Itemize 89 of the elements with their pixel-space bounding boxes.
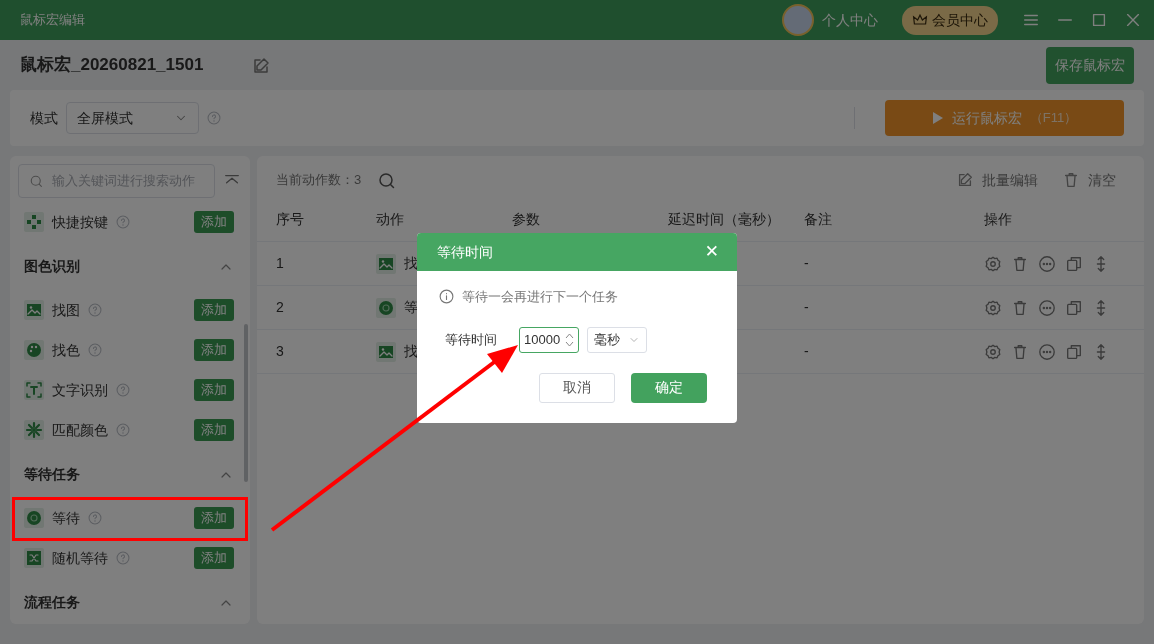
add-button[interactable]: 添加 [194,211,234,233]
save-button[interactable]: 保存鼠标宏 [1046,46,1134,84]
copy-icon[interactable] [1065,254,1083,273]
settings-icon[interactable] [984,342,1002,361]
close-button[interactable]: ✕ [704,239,719,265]
help-icon [88,303,102,317]
avatar-icon[interactable] [782,4,814,36]
info-icon [439,289,454,305]
spinner-icon[interactable] [565,331,574,348]
number-field[interactable]: 10000 [519,326,579,353]
flower-icon [24,420,44,440]
row-index: 2 [276,299,284,315]
column-header: 操作 [984,211,1012,227]
profile-link[interactable]: 个人中心 [822,9,878,31]
section-title: 等待任务 [24,464,80,484]
note-cell: - [804,255,809,271]
mode-select[interactable]: 全屏模式 [66,102,199,134]
more-icon[interactable] [1038,298,1056,317]
action-name: 快捷按键 [52,212,108,232]
action-name: 等待 [52,508,80,528]
note-cell: - [804,343,809,359]
cancel-button[interactable]: 取消 [539,372,615,403]
info-text: 等待一会再进行下一个任务 [462,288,618,306]
help-icon [116,383,130,397]
image-icon [24,300,44,320]
maximize-icon[interactable] [1090,11,1108,29]
help-icon [88,511,102,525]
row-index: 1 [276,255,284,271]
action-name: 随机等待 [52,548,108,568]
add-button[interactable]: 添加 [194,507,234,529]
add-button[interactable]: 添加 [194,299,234,321]
edit-icon [956,171,974,189]
column-header: 备注 [804,211,832,227]
add-button[interactable]: 添加 [194,339,234,361]
edit-icon[interactable] [251,55,272,76]
action-name: 等 [404,298,418,317]
trash-icon [1062,171,1080,189]
help-icon [207,111,221,125]
help-icon [116,551,130,565]
copy-icon[interactable] [1065,298,1083,317]
column-header: 延迟时间（毫秒） [668,211,780,227]
action-name: 找色 [52,340,80,360]
column-header: 序号 [276,211,304,227]
more-icon[interactable] [1038,342,1056,361]
macro-name: 鼠标宏_20260821_1501 [20,54,204,77]
help-icon [116,423,130,437]
action-name: 找 [404,342,418,361]
note-cell: - [804,299,809,315]
settings-icon[interactable] [984,298,1002,317]
trash-icon[interactable] [1011,298,1029,317]
action-name: 匹配颜色 [52,420,108,440]
help-icon [88,343,102,357]
section-title: 图色识别 [24,256,80,276]
unit-select[interactable]: 毫秒 [587,326,647,353]
action-count: 当前动作数：3 [276,171,362,190]
column-header: 动作 [376,211,404,227]
column-header: 参数 [512,211,540,227]
search-icon [29,173,44,189]
close-icon[interactable] [1124,11,1142,29]
batch-edit-button[interactable]: 批量编辑 [956,169,1038,191]
trash-icon[interactable] [1011,342,1029,361]
play-icon [931,111,944,125]
add-button[interactable]: 添加 [194,547,234,569]
trash-icon[interactable] [1011,254,1029,273]
mode-label: 模式 [30,108,58,128]
settings-icon[interactable] [984,254,1002,273]
action-name: 文字识别 [52,380,108,400]
image-icon [376,341,396,362]
confirm-button[interactable]: 确定 [631,372,707,403]
add-button[interactable]: 添加 [194,379,234,401]
shuffle-icon [24,548,44,568]
window-title: 鼠标宏编辑 [20,11,85,30]
action-name: 找 [404,254,418,273]
section-title: 流程任务 [24,592,80,612]
clear-button[interactable]: 清空 [1062,169,1116,191]
help-icon [116,215,130,229]
dialog-title: 等待时间 [437,242,493,262]
add-button[interactable]: 添加 [194,419,234,441]
image-icon [376,253,396,274]
text-scan-icon [24,380,44,400]
vip-button[interactable]: 会员中心 [902,5,998,35]
row-index: 3 [276,343,284,359]
crown-icon [912,12,928,28]
more-icon[interactable] [1038,254,1056,273]
run-button[interactable]: 运行鼠标宏 （F11） [885,100,1124,136]
palette-icon [24,340,44,360]
copy-icon[interactable] [1065,342,1083,361]
field-label: 等待时间 [445,330,497,349]
action-name: 找图 [52,300,80,320]
